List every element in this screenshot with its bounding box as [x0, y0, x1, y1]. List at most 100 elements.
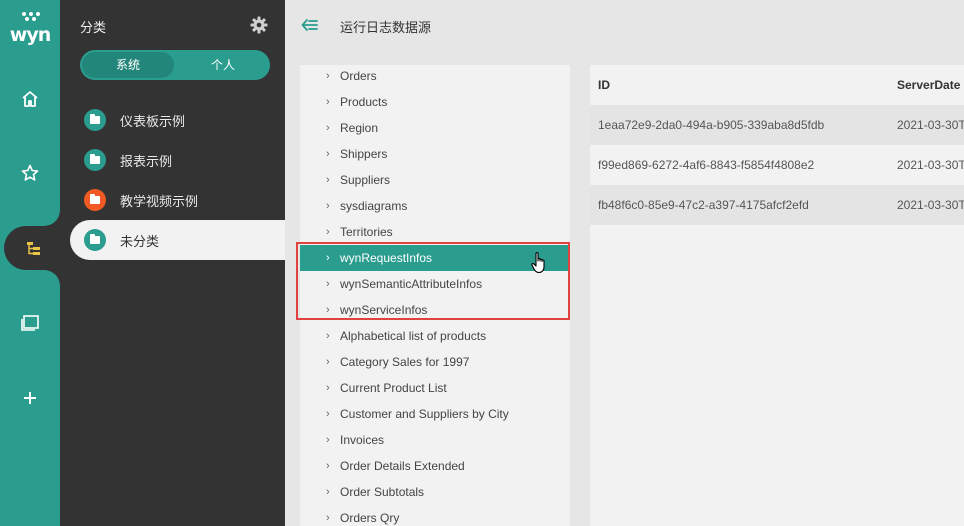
category-panel: 分类 系统 个人 仪表板示例 报表示例 教学视频示例 未分类 [60, 0, 285, 526]
scope-toggle: 系统 个人 [80, 50, 270, 80]
column-header[interactable]: ServerDate [897, 78, 960, 92]
chevron-right-icon[interactable]: › [326, 304, 338, 316]
table-item[interactable]: › Customer and Suppliers by City [300, 401, 570, 427]
logo-dots [22, 12, 40, 22]
category-label: 仪表板示例 [120, 113, 186, 129]
chevron-right-icon[interactable]: › [326, 434, 338, 446]
table-cell: f99ed869-6272-4af6-8843-f5854f4808e2 [598, 158, 815, 172]
categories-button[interactable] [4, 228, 64, 268]
table-item-label: Orders [340, 69, 377, 83]
table-item[interactable]: › Current Product List [300, 375, 570, 401]
page-header: 运行日志数据源 [285, 0, 964, 50]
table-item-label: Shippers [340, 147, 388, 161]
table-row[interactable]: 1eaa72e9-2da0-494a-b905-339aba8d5fdb 202… [590, 105, 964, 145]
table-item-label: Suppliers [340, 173, 391, 187]
table-item[interactable]: › Suppliers [300, 167, 570, 193]
table-item-selected[interactable]: › wynRequestInfos [300, 245, 570, 271]
table-item[interactable]: › Alphabetical list of products [300, 323, 570, 349]
table-item-label: sysdiagrams [340, 199, 408, 213]
table-item-label: wynRequestInfos [340, 251, 433, 265]
table-item-label: Order Subtotals [340, 485, 425, 499]
table-item[interactable]: › Invoices [300, 427, 570, 453]
chevron-right-icon[interactable]: › [326, 486, 338, 498]
hand-cursor-icon [531, 252, 545, 274]
wyn-logo[interactable]: wyn [8, 12, 52, 46]
table-item[interactable]: › Territories [300, 219, 570, 245]
home-button[interactable] [0, 79, 60, 119]
table-item[interactable]: › Orders Qry [300, 505, 570, 526]
folder-icon [84, 109, 106, 131]
chevron-right-icon[interactable]: › [326, 356, 338, 368]
star-icon [21, 164, 39, 181]
chevron-right-icon[interactable]: › [326, 200, 338, 212]
toggle-personal[interactable]: 个人 [176, 50, 270, 80]
category-item[interactable]: 仪表板示例 [70, 100, 285, 140]
favorites-button[interactable] [0, 153, 60, 193]
table-item[interactable]: › Orders [300, 65, 570, 89]
chevron-right-icon[interactable]: › [326, 330, 338, 342]
table-item[interactable]: › Shippers [300, 141, 570, 167]
table-item-label: Invoices [340, 433, 385, 447]
app-rail: wyn [0, 0, 64, 526]
table-cell: 2021-03-30T [897, 158, 964, 172]
table-item-label: Region [340, 121, 379, 135]
chevron-right-icon[interactable]: › [326, 148, 338, 160]
table-item[interactable]: › Category Sales for 1997 [300, 349, 570, 375]
chevron-right-icon[interactable]: › [326, 382, 338, 394]
grid-header: ID ServerDate [590, 65, 964, 105]
chevron-right-icon[interactable]: › [326, 70, 338, 82]
column-header[interactable]: ID [598, 78, 610, 92]
create-button[interactable] [0, 378, 60, 418]
table-row[interactable]: fb48f6c0-85e9-47c2-a397-4175afcf2efd 202… [590, 185, 964, 225]
table-item-label: wynSemanticAttributeInfos [340, 277, 483, 291]
page-title: 运行日志数据源 [340, 20, 432, 35]
gear-icon[interactable] [250, 16, 268, 34]
category-label: 教学视频示例 [120, 193, 199, 209]
table-item[interactable]: › Products [300, 89, 570, 115]
table-row[interactable]: f99ed869-6272-4af6-8843-f5854f4808e2 202… [590, 145, 964, 185]
toggle-system[interactable]: 系统 [82, 52, 174, 78]
plus-icon [24, 392, 36, 404]
chevron-right-icon[interactable]: › [326, 278, 338, 290]
table-item-label: Products [340, 95, 388, 109]
home-icon [22, 91, 38, 107]
table-item-label: Category Sales for 1997 [340, 355, 470, 369]
documents-button[interactable] [0, 303, 60, 343]
chevron-right-icon[interactable]: › [326, 96, 338, 108]
data-grid: ID ServerDate 1eaa72e9-2da0-494a-b905-33… [590, 65, 964, 526]
documents-icon [21, 315, 39, 331]
folder-icon [84, 149, 106, 171]
chevron-right-icon[interactable]: › [326, 408, 338, 420]
category-item[interactable]: 教学视频示例 [70, 180, 285, 220]
table-item[interactable]: › wynServiceInfos [300, 297, 570, 323]
rail-active-notch [44, 206, 60, 226]
table-item[interactable]: › sysdiagrams [300, 193, 570, 219]
table-item[interactable]: › wynSemanticAttributeInfos [300, 271, 570, 297]
table-item[interactable]: › Order Details Extended [300, 453, 570, 479]
category-item[interactable]: 报表示例 [70, 140, 285, 180]
table-item-label: wynServiceInfos [340, 303, 428, 317]
category-label: 报表示例 [120, 153, 173, 169]
chevron-right-icon[interactable]: › [326, 226, 338, 238]
chevron-right-icon[interactable]: › [326, 122, 338, 134]
category-panel-title: 分类 [80, 20, 107, 35]
table-cell: fb48f6c0-85e9-47c2-a397-4175afcf2efd [598, 198, 809, 212]
table-item[interactable]: › Region [300, 115, 570, 141]
chevron-right-icon[interactable]: › [326, 174, 338, 186]
table-item-label: Customer and Suppliers by City [340, 407, 509, 421]
table-cell: 2021-03-30T [897, 118, 964, 132]
chevron-right-icon[interactable]: › [326, 252, 338, 264]
table-item-label: Territories [340, 225, 393, 239]
chevron-right-icon[interactable]: › [326, 460, 338, 472]
table-list: › Orders › Products › Region › Shippers › Supplie… [300, 65, 570, 526]
category-item-active[interactable]: 未分类 [70, 220, 285, 260]
back-arrow-icon[interactable] [301, 17, 319, 33]
table-cell: 2021-03-30T [897, 198, 964, 212]
rail-active-notch [44, 270, 60, 290]
table-item-label: Alphabetical list of products [340, 329, 487, 343]
chevron-right-icon[interactable]: › [326, 512, 338, 524]
table-item-label: Order Details Extended [340, 459, 465, 473]
table-item[interactable]: › Order Subtotals [300, 479, 570, 505]
table-cell: 1eaa72e9-2da0-494a-b905-339aba8d5fdb [598, 118, 825, 132]
table-item-label: Orders Qry [340, 511, 400, 525]
